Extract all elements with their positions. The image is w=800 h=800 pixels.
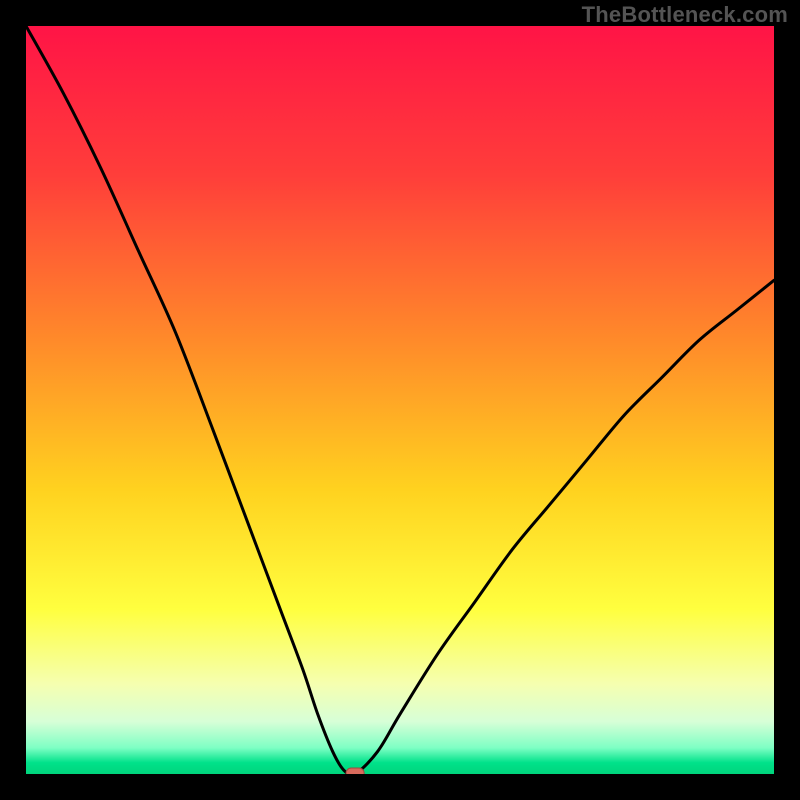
gradient-background <box>26 26 774 774</box>
watermark-text: TheBottleneck.com <box>582 2 788 28</box>
chart-frame: TheBottleneck.com <box>0 0 800 800</box>
bottleneck-chart <box>26 26 774 774</box>
plot-area <box>26 26 774 774</box>
optimal-marker <box>346 768 364 774</box>
